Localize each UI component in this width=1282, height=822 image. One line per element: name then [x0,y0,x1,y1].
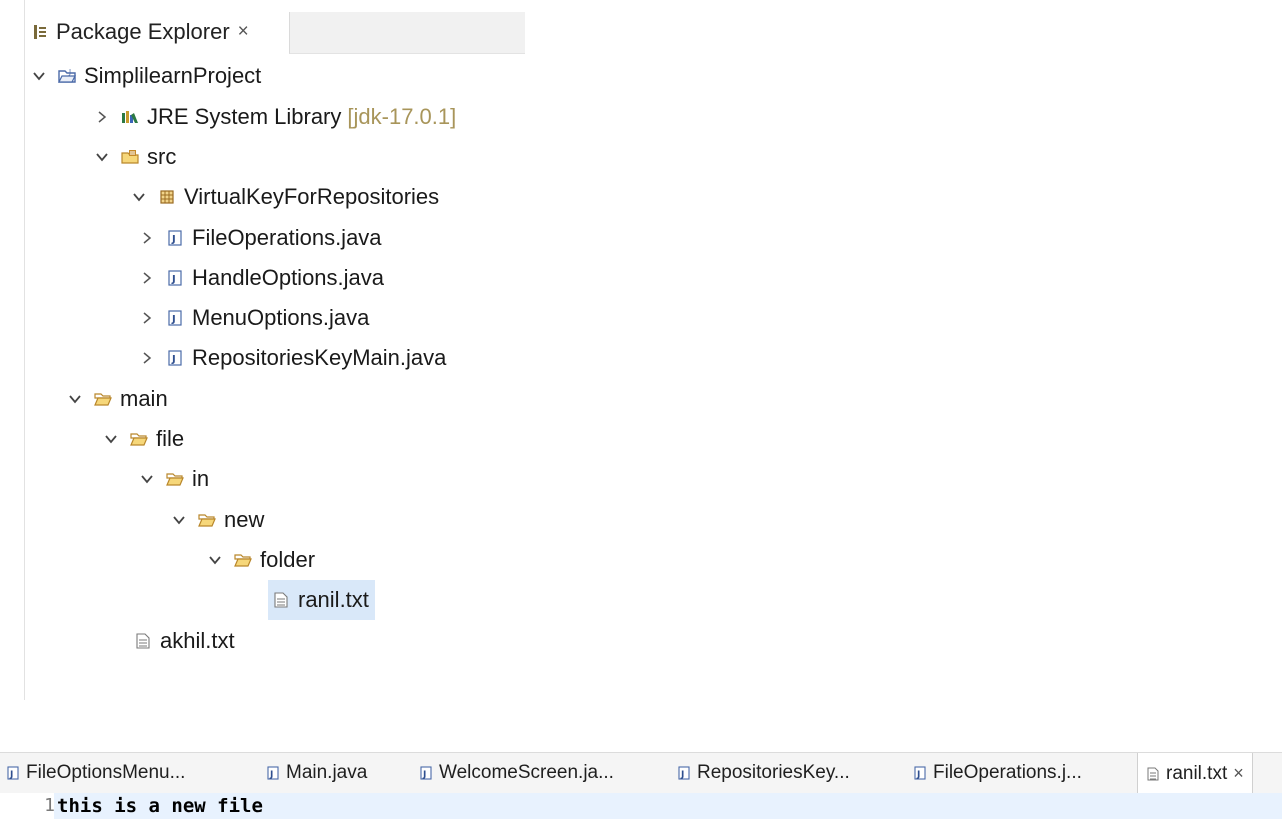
editor-tab-label: WelcomeScreen.ja... [439,762,614,783]
text-file-icon [272,591,290,609]
tree-item-label: SimplilearnProject [84,63,262,88]
editor-tab[interactable]: J RepositoriesKey... [677,753,850,793]
tree-item-label: akhil.txt [160,628,235,653]
chevron-down-icon[interactable] [140,472,166,486]
tree-item-label: new [224,507,265,532]
java-file-icon: J [166,309,184,327]
text-file-icon [134,632,152,650]
tree-item-java-file[interactable]: J HandleOptions.java [140,258,384,298]
close-icon[interactable]: × [238,21,249,43]
tree-item-src[interactable]: src [95,137,176,177]
tree-item-java-file[interactable]: J MenuOptions.java [140,298,369,338]
editor-tab-label: ranil.txt [1166,762,1228,784]
folder-icon [166,470,184,488]
chevron-down-icon[interactable] [132,190,158,204]
line-number: 1 [44,795,55,816]
java-file-icon: J [677,766,691,780]
chevron-down-icon[interactable] [172,513,198,527]
editor-tab-active[interactable]: ranil.txt × [1137,753,1253,794]
text-file-icon [1146,767,1160,781]
explorer-tab-strip [289,12,525,54]
tree-item-label: MenuOptions.java [192,305,370,330]
tree-item-package[interactable]: VirtualKeyForRepositories [132,177,439,217]
editor-tab[interactable]: J FileOperations.j... [913,753,1082,793]
tree-item-label: FileOperations.java [192,225,382,250]
svg-text:J: J [68,68,71,76]
editor-tab[interactable]: J Main.java [266,753,367,793]
tree-item-folder-in[interactable]: in [140,459,209,499]
tree-item-folder-main[interactable]: main [68,379,168,419]
tree-item-label: HandleOptions.java [192,265,385,290]
editor-tab-label: Main.java [286,762,368,783]
close-icon[interactable]: × [1233,763,1244,784]
svg-text:J: J [9,770,13,780]
svg-text:J: J [680,770,684,780]
library-icon [121,108,139,126]
tree-item-folder-file[interactable]: file [104,419,184,459]
tree-item-label: file [156,426,185,451]
editor-tab[interactable]: J WelcomeScreen.ja... [419,753,614,793]
editor-tab-label: RepositoriesKey... [697,762,850,783]
tree-item-java-file[interactable]: J RepositoriesKeyMain.java [140,338,446,378]
chevron-down-icon[interactable] [104,432,130,446]
folder-icon [198,511,216,529]
chevron-right-icon[interactable] [140,351,166,365]
package-icon [158,188,176,206]
java-file-icon: J [266,766,280,780]
editor-tab[interactable]: J FileOptionsMenu... [6,753,185,793]
tree-item-java-file[interactable]: J FileOperations.java [140,218,382,258]
svg-text:J: J [916,770,920,780]
chevron-right-icon[interactable] [140,231,166,245]
svg-text:J: J [171,234,176,245]
java-file-icon: J [166,269,184,287]
svg-text:J: J [171,314,176,325]
tree-item-project[interactable]: J SimplilearnProject [32,56,261,96]
tree-item-text-file[interactable]: akhil.txt [134,621,235,661]
editor-tab-label: FileOptionsMenu... [26,762,186,783]
project-folder-icon: J [58,67,76,85]
svg-text:J: J [171,274,176,285]
svg-text:J: J [422,770,426,780]
package-explorer-title: Package Explorer [56,19,230,44]
chevron-right-icon[interactable] [95,110,121,124]
editor-line-content[interactable]: this is a new file [57,793,263,819]
folder-icon [94,390,112,408]
tree-item-label: VirtualKeyForRepositories [184,184,440,209]
editor-tab-bar: J FileOptionsMenu... J Main.java J Welco… [0,752,1282,794]
chevron-down-icon[interactable] [68,392,94,406]
tree-item-label: RepositoriesKeyMain.java [192,345,447,370]
tree-item-text-file-selected[interactable]: ranil.txt [268,580,375,620]
java-file-icon: J [6,766,20,780]
chevron-down-icon[interactable] [32,69,58,83]
tree-item-folder-folder[interactable]: folder [208,540,315,580]
java-file-icon: J [166,229,184,247]
java-file-icon: J [913,766,927,780]
text-editor[interactable]: 1 this is a new file [0,793,1282,822]
tree-item-label: main [120,386,168,411]
tab-package-explorer[interactable]: Package Explorer × [26,12,253,52]
tree-item-label: in [192,466,210,491]
tree-item-label: src [147,144,177,169]
tree-item-label: ranil.txt [298,587,369,612]
editor-tab-label: FileOperations.j... [933,762,1082,783]
chevron-right-icon[interactable] [140,311,166,325]
explorer-left-border [24,0,25,700]
chevron-down-icon[interactable] [208,553,234,567]
package-explorer-header: Package Explorer × [26,12,253,52]
java-file-icon: J [419,766,433,780]
svg-text:J: J [269,770,273,780]
source-folder-icon [121,148,139,166]
chevron-down-icon[interactable] [95,150,121,164]
svg-text:J: J [171,354,176,365]
tree-item-jre-library[interactable]: JRE System Library [jdk-17.0.1] [95,97,456,137]
package-explorer-icon [32,24,48,40]
folder-icon [234,551,252,569]
java-file-icon: J [166,349,184,367]
jre-version-label: [jdk-17.0.1] [347,104,457,129]
tree-item-label: JRE System Library [147,104,342,129]
chevron-right-icon[interactable] [140,271,166,285]
folder-icon [130,430,148,448]
tree-item-label: folder [260,547,316,572]
tree-item-folder-new[interactable]: new [172,500,264,540]
